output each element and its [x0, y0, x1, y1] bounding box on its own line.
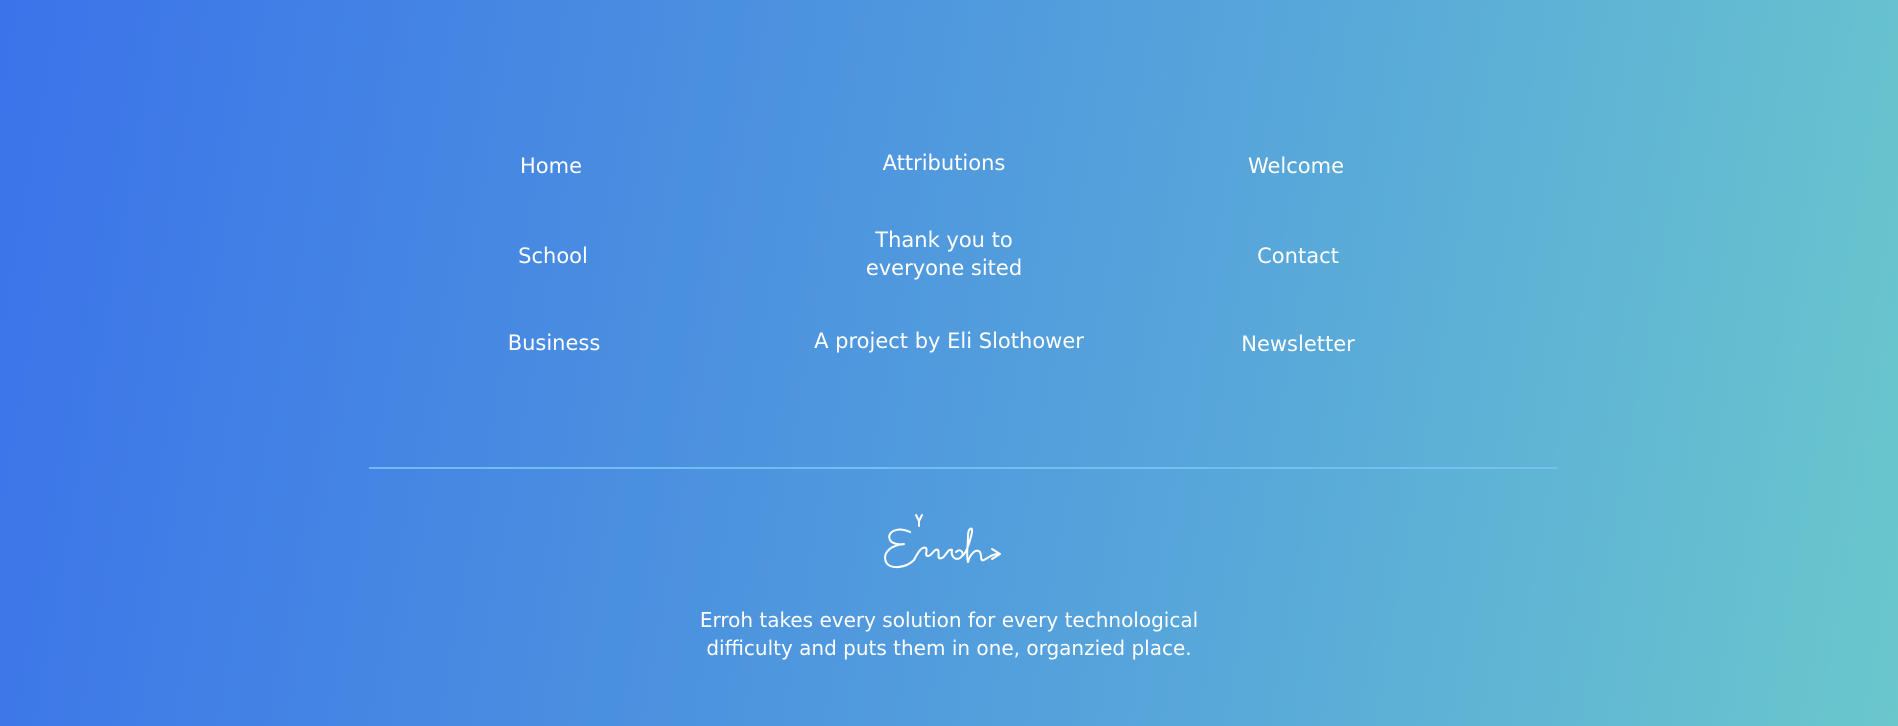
- nav-welcome-link[interactable]: Welcome: [1248, 152, 1344, 180]
- nav-home-link[interactable]: Home: [520, 152, 582, 180]
- nav-business-link[interactable]: Business: [508, 329, 601, 357]
- footer-divider: [369, 467, 1557, 469]
- nav-school-link[interactable]: School: [518, 242, 588, 270]
- thanks-text: Thank you to everyone sited: [865, 228, 1023, 280]
- nav-newsletter-link[interactable]: Newsletter: [1241, 330, 1355, 358]
- footer-tagline: Erroh takes every solution for every tec…: [699, 608, 1199, 660]
- nav-contact-link[interactable]: Contact: [1257, 242, 1339, 270]
- nav-attributions-link[interactable]: Attributions: [883, 149, 1006, 177]
- erroh-logo: [884, 514, 1001, 568]
- site-footer: Home School Business Attributions Thank …: [0, 0, 1898, 726]
- project-credit-text: A project by Eli Slothower: [814, 329, 1084, 353]
